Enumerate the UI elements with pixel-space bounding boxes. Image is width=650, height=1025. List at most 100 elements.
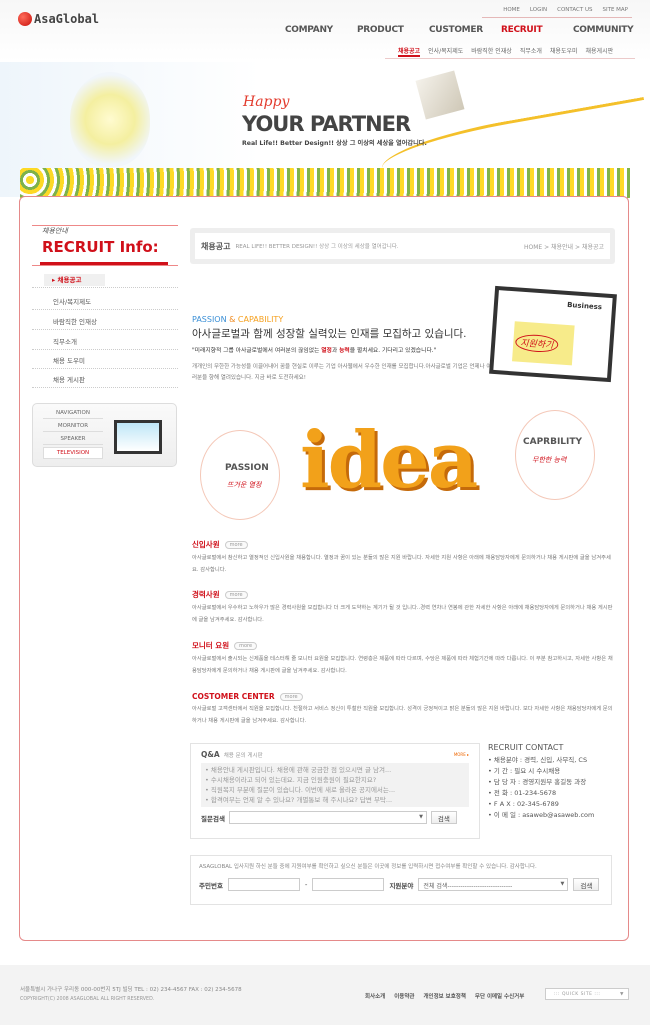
arc-decoration xyxy=(200,430,280,520)
contact-row[interactable]: • 이 메 일 : asaweb@asaweb.com xyxy=(488,810,620,821)
util-login[interactable]: LOGIN xyxy=(530,7,547,13)
sidebar-item-ideal[interactable]: 바람직한 인재상 xyxy=(32,310,178,330)
contact-row: • F A X : 02-345-6789 xyxy=(488,800,559,808)
job-description: 아사글로벌에서 출시되는 신제품을 테스터해 줄 모니터 요원을 모집합니다. … xyxy=(192,656,613,674)
qa-board: Q&A 채용 문의 게시판 MORE ▸ • 채용안내 게시판입니다. 채용에 관해… xyxy=(190,743,480,839)
nav-community[interactable]: COMMUNITY xyxy=(573,25,645,35)
tv-image xyxy=(114,420,162,454)
more-button[interactable]: more xyxy=(224,590,248,599)
job-title: 경력사원 xyxy=(192,590,220,599)
product-nav-item-active[interactable]: TELEVISION xyxy=(43,447,103,459)
more-button[interactable]: more xyxy=(279,692,303,701)
breadcrumb: HOME > 채용안내 > 채용공고 xyxy=(523,243,604,251)
subnav-item[interactable]: 채용공고 xyxy=(398,46,421,57)
job-description: 아사글로벌에서 참신하고 열정적인 신입사원을 채용합니다. 열정과 꿈이 있는… xyxy=(192,555,611,573)
util-contact[interactable]: CONTACT US xyxy=(557,7,592,13)
qa-search-select[interactable]: ▼ xyxy=(228,811,427,824)
id-number-label: 주민번호 xyxy=(199,881,223,890)
job-section: COSTOMER CENTER more 아사글로벌 고객센터에서 직원을 모집합… xyxy=(192,692,617,727)
product-nav-item[interactable]: MORNITOR xyxy=(43,421,103,432)
subnav-item[interactable]: 채용게시판 xyxy=(586,46,614,57)
sidebar-title: RECRUIT Info: xyxy=(42,238,159,256)
global-nav: COMPANY PRODUCT CUSTOMER RECRUIT COMMUNI… xyxy=(285,25,645,35)
quote: "미래지향적 그룹 아사글로벌에서 여러분의 끊임없는 열정과 능력을 펼치세요… xyxy=(192,348,437,354)
footer-link[interactable]: 회사소개 xyxy=(365,992,385,1000)
page-subtitle: REAL LIFE!! BETTER DESIGN!! 상상 그 이상의 세상을… xyxy=(235,244,399,250)
contact-title: RECRUIT CONTACT xyxy=(488,743,564,752)
qa-subtitle: 채용 문의 게시판 xyxy=(223,752,263,759)
footer-link[interactable]: 이용약관 xyxy=(394,992,414,1000)
footer-address: 서울특별시 가나구 우리동 000-00번지 5TJ 빌딩 TEL : 02) … xyxy=(20,987,242,993)
qa-title: Q&A xyxy=(201,750,220,759)
qa-list: • 채용안내 게시판입니다. 채용에 관해 궁금한 점 있으시면 글 남겨...… xyxy=(201,763,469,807)
quick-site-select[interactable]: ::: QUICK SITE ::: ▼ xyxy=(545,988,629,1000)
footer-copyright: COPYRIGHT(C) 2008 ASAGLOBAL ALL RIGHT RE… xyxy=(20,997,155,1002)
product-nav-item[interactable]: SPEAKER xyxy=(43,434,103,445)
banner-title: YOUR PARTNER xyxy=(242,112,411,136)
chevron-down-icon: ▼ xyxy=(419,814,423,820)
logo-icon xyxy=(18,12,32,26)
business-label: Business xyxy=(566,300,603,312)
qa-post[interactable]: • 직원복지 부분에 질문이 있습니다. 이번에 새로 올라온 공지에서는... xyxy=(205,785,465,795)
footer-links: 회사소개 이용약관 개인정보 보호정책 무단 이메일 수신거부 xyxy=(365,992,524,1000)
qa-search-button[interactable]: 검색 xyxy=(430,811,457,824)
subnav-item[interactable]: 채용도우미 xyxy=(550,46,578,57)
passion-label: PASSION xyxy=(225,463,269,473)
more-button[interactable]: more xyxy=(234,641,258,650)
contact-row: • 전 화 : 01-234-5678 xyxy=(488,789,557,797)
banner-tagline: Real Life!! Better Design!! 상상 그 이상의 세상을… xyxy=(242,140,427,147)
sidebar-item-board[interactable]: 채용 게시판 xyxy=(32,368,178,388)
divider xyxy=(385,58,635,59)
contact-row: • 채용분야 : 경력, 신입, 사무직, CS xyxy=(488,756,588,764)
footer-link[interactable]: 무단 이메일 수신거부 xyxy=(475,992,524,1000)
job-title: 신입사원 xyxy=(192,540,220,549)
banner-happy: Happy xyxy=(243,94,290,110)
capability-korean: 무한한 능력 xyxy=(532,456,567,464)
qa-post[interactable]: • 합격여부는 언제 알 수 있나요? 개별통보 해 주시나요? 답변 부탁..… xyxy=(205,795,465,805)
dash: - xyxy=(304,880,308,889)
sidebar-subtitle: 채용안내 xyxy=(42,227,68,235)
job-section: 경력사원 more 아사글로벌에서 우수하고 노하우가 많은 경력사원을 모집합니… xyxy=(192,589,617,626)
sidebar-item-jobs[interactable]: 직무소개 xyxy=(32,330,178,350)
headline: 아사글로벌과 함께 성장할 실력있는 인재를 모집하고 있습니다. xyxy=(192,328,467,340)
product-nav-item[interactable]: NAVIGATION xyxy=(43,408,103,419)
nav-recruit[interactable]: RECRUIT xyxy=(501,25,573,35)
sidebar-item-welfare[interactable]: 인사/복지제도 xyxy=(32,290,178,310)
nav-company[interactable]: COMPANY xyxy=(285,25,357,35)
nav-product[interactable]: PRODUCT xyxy=(357,25,429,35)
sidebar-item-recruit-notice[interactable]: ▸ 채용공고 xyxy=(32,268,178,288)
id-number-first-input[interactable] xyxy=(227,878,300,891)
sub-nav: 채용공고 인사/복지제도 바람직한 인재상 직무소개 채용도우미 채용게시판 xyxy=(398,46,613,57)
capability-label: CAPRBILITY xyxy=(523,437,583,447)
util-home[interactable]: HOME xyxy=(503,7,520,13)
subnav-item[interactable]: 바람직한 인재상 xyxy=(471,46,512,57)
apply-search-button[interactable]: 검색 xyxy=(573,878,600,891)
subnav-item[interactable]: 인사/복지제도 xyxy=(428,46,463,57)
job-title: COSTOMER CENTER xyxy=(192,692,275,701)
subnav-item[interactable]: 직무소개 xyxy=(520,46,542,57)
qa-more-link[interactable]: MORE ▸ xyxy=(454,752,469,757)
divider xyxy=(482,17,632,18)
nav-customer[interactable]: CUSTOMER xyxy=(429,25,501,35)
application-check-text: ASAGLOBAL 입사지원 하신 분들 중에 지원여부를 확인하고 싶으신 분… xyxy=(199,864,537,870)
more-button[interactable]: more xyxy=(224,540,248,549)
passion-capability-heading: PASSION & CAPABILITY xyxy=(192,315,284,324)
flowers-image xyxy=(20,168,630,198)
sidebar-item-helper[interactable]: 채용 도우미 xyxy=(32,349,178,369)
field-select[interactable]: 전체 검색------------------------------ ▼ xyxy=(418,878,569,891)
logo[interactable]: AsaGlobal xyxy=(18,12,99,26)
qa-post[interactable]: • 채용안내 게시판입니다. 채용에 관해 궁금한 점 있으시면 글 남겨... xyxy=(205,765,465,775)
idea-graphic: idea xyxy=(300,415,478,506)
recruit-contact: RECRUIT CONTACT • 채용분야 : 경력, 신입, 사무직, CS… xyxy=(488,743,620,821)
utility-links: HOME LOGIN CONTACT US SITE MAP xyxy=(503,7,628,13)
contact-row: • 기 간 : 필요 시 수시채용 xyxy=(488,767,561,775)
id-number-second-input[interactable] xyxy=(312,878,385,891)
util-sitemap[interactable]: SITE MAP xyxy=(602,7,628,13)
divider xyxy=(32,265,178,266)
job-description: 아사글로벌 고객센터에서 직원을 모집합니다. 친절하고 서비스 정신이 투철한… xyxy=(192,706,613,724)
footer-link[interactable]: 개인정보 보호정책 xyxy=(424,992,466,1000)
business-apply-image[interactable]: Business 지원하기 xyxy=(489,285,617,383)
chevron-down-icon: ▼ xyxy=(620,992,624,997)
page-title: 채용공고 xyxy=(201,241,231,251)
qa-post[interactable]: • 수시채용이라고 되어 있는데요. 지금 인원충원이 필요한지요? xyxy=(205,775,465,785)
